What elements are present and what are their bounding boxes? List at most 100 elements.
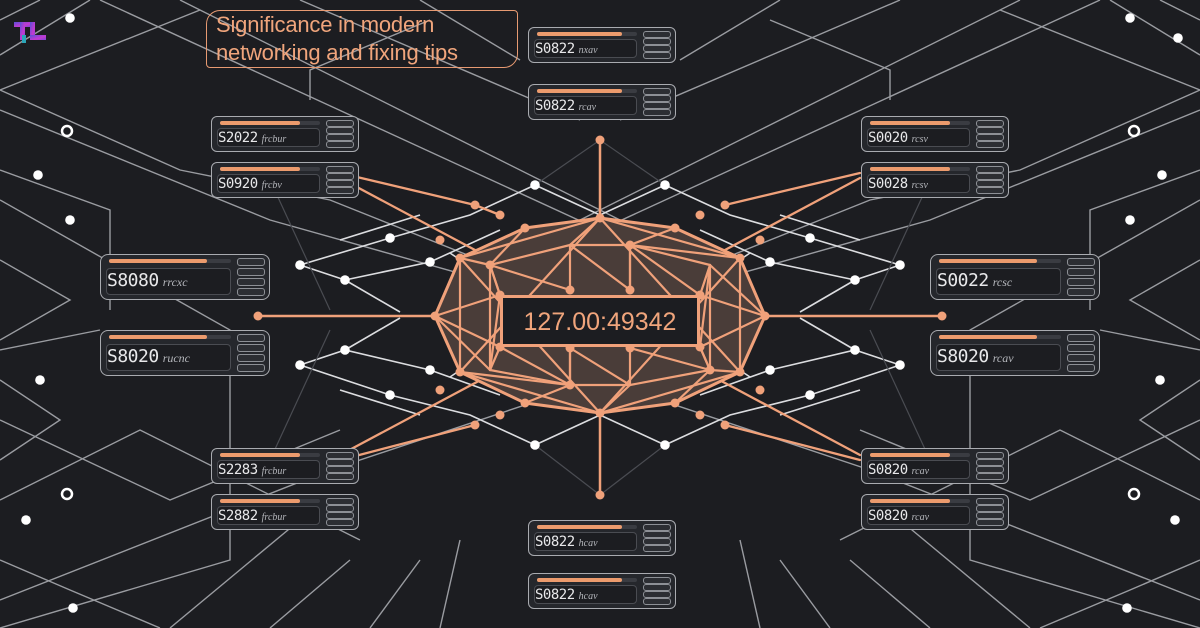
port-slot — [976, 180, 1004, 187]
port-slots — [1067, 258, 1095, 296]
hub-node — [937, 311, 947, 321]
progress-bar — [537, 578, 637, 582]
port-slots — [1067, 334, 1095, 372]
circuit-trace — [439, 539, 461, 628]
progress-fill — [109, 259, 207, 263]
server-card-lower-left-1: S2283 frcbur — [211, 448, 359, 484]
hub-node — [470, 420, 480, 430]
hub-node — [595, 135, 605, 145]
hub-node — [565, 380, 575, 390]
server-card-mid-right-1: S0022 rcsc — [930, 254, 1100, 300]
network-node — [1173, 33, 1183, 43]
port-slots — [643, 524, 671, 552]
circuit-trace — [0, 379, 62, 461]
card-code-value: S0020 — [868, 130, 908, 146]
card-code: S0820 rcav — [868, 460, 929, 482]
card-code: S0822 hcav — [535, 532, 598, 554]
card-code-value: S0822 — [535, 587, 575, 603]
server-card-upper-right-1: S0020 rcsv — [861, 116, 1009, 152]
progress-bar — [537, 32, 637, 36]
port-slot — [643, 109, 671, 116]
network-node — [340, 275, 350, 285]
faint-line — [534, 444, 601, 496]
server-card-top-1: S0822 nxav — [528, 27, 676, 63]
port-slot — [326, 452, 354, 459]
port-slots — [326, 498, 354, 526]
progress-fill — [870, 167, 950, 171]
hub-node — [625, 285, 635, 295]
card-code: S2022 frcbur — [218, 128, 286, 150]
port-slot — [237, 364, 265, 372]
circuit-trace — [1128, 259, 1200, 341]
port-slot — [326, 519, 354, 526]
server-card-lower-left-2: S2882 frcbur — [211, 494, 359, 530]
server-card-mid-right-2: S8020 rcav — [930, 330, 1100, 376]
port-slots — [976, 166, 1004, 194]
circuit-trace — [849, 559, 931, 628]
hub-node — [520, 398, 530, 408]
port-slots — [643, 31, 671, 59]
spoke-line — [338, 423, 477, 462]
lattice-line — [534, 184, 601, 216]
progress-bar — [220, 499, 320, 503]
server-card-mid-left-2: S8020 rucnc — [100, 330, 270, 376]
card-code-value: S2882 — [218, 508, 258, 524]
progress-bar — [870, 499, 970, 503]
card-code-value: S0822 — [535, 534, 575, 550]
hub-node — [520, 223, 530, 233]
progress-bar — [537, 89, 637, 93]
logo-icon — [14, 22, 46, 43]
lattice-line — [344, 279, 401, 313]
lattice-line — [599, 184, 666, 216]
circuit-trace — [369, 559, 421, 628]
server-card-bottom-1: S0822 hcav — [528, 520, 676, 556]
network-node — [1170, 515, 1180, 525]
hub-node — [495, 410, 505, 420]
progress-fill — [939, 335, 1037, 339]
port-slot — [326, 120, 354, 127]
port-slot — [1067, 354, 1095, 362]
lattice-line — [534, 414, 601, 446]
server-card-bottom-2: S0822 hcav — [528, 573, 676, 609]
hub-node — [595, 408, 605, 418]
circuit-trace — [1099, 329, 1200, 351]
network-node — [765, 365, 775, 375]
card-tag: frcbur — [261, 466, 287, 477]
port-slots — [643, 88, 671, 116]
lattice-line — [599, 414, 666, 446]
hub-node — [760, 311, 770, 321]
card-tag: nxav — [578, 45, 598, 56]
card-tag: rcsv — [911, 180, 928, 191]
server-card-top-2: S0822 rcav — [528, 84, 676, 120]
progress-fill — [537, 578, 622, 582]
port-slot — [326, 187, 354, 194]
card-code: S8020 rcav — [937, 347, 1014, 368]
progress-fill — [870, 499, 950, 503]
port-slot — [976, 466, 1004, 473]
card-tag: rcav — [578, 102, 597, 113]
hub-node — [735, 253, 745, 263]
circuit-trace — [899, 519, 1031, 628]
card-code: S0822 nxav — [535, 39, 598, 61]
circuit-trace — [1039, 559, 1200, 628]
card-tag: rcav — [911, 466, 930, 477]
hub-node — [430, 311, 440, 321]
network-node — [850, 275, 860, 285]
progress-fill — [109, 335, 207, 339]
port-slot — [237, 278, 265, 286]
network-node — [530, 180, 540, 190]
card-code: S0920 frcbv — [218, 174, 282, 196]
progress-bar — [870, 453, 970, 457]
circuit-trace — [0, 259, 72, 341]
title-line-1: Significance in modern — [216, 12, 435, 37]
card-tag: rcav — [911, 512, 930, 523]
port-slot — [976, 173, 1004, 180]
port-slot — [976, 452, 1004, 459]
server-card-upper-right-2: S0028 rcsv — [861, 162, 1009, 198]
network-node — [805, 390, 815, 400]
circuit-trace — [1159, 0, 1200, 21]
hub-node — [705, 365, 715, 375]
network-node — [1157, 170, 1167, 180]
circuit-trace — [999, 9, 1200, 91]
ring-node — [60, 124, 74, 138]
